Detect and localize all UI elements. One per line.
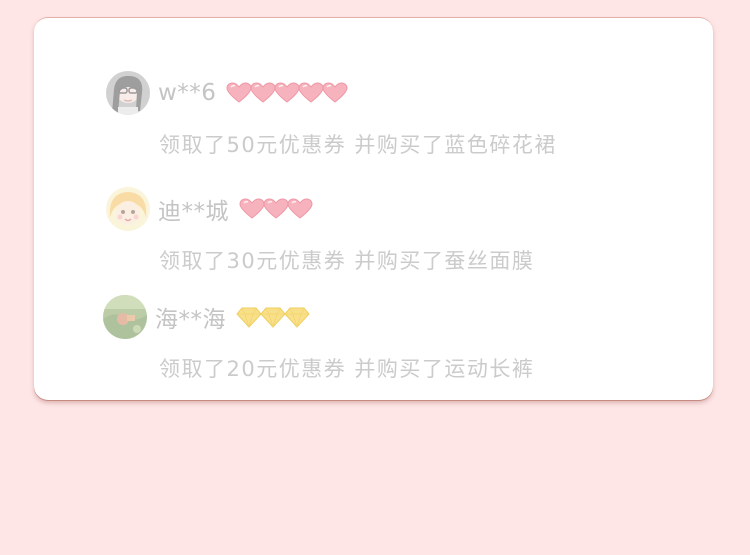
- yellow-diamond-icon: [260, 306, 286, 328]
- pink-heart-icon: [287, 198, 313, 220]
- purchase-message: 领取了50元优惠券 并购买了蓝色碎花裙: [159, 133, 557, 157]
- cartoon-girl-avatar: [106, 187, 150, 231]
- pink-heart-icon: [263, 198, 289, 220]
- activity-card: w**6 领取了50元优惠券 并购买了蓝色碎花裙 迪**城 领取了30元优惠券 …: [34, 17, 713, 400]
- user-row: 迪**城: [106, 187, 311, 231]
- yellow-diamond-icon: [236, 306, 262, 328]
- pink-heart-icon: [298, 82, 324, 104]
- yellow-diamond-icon: [284, 306, 310, 328]
- user-row: 海**海: [103, 295, 308, 339]
- purchase-message: 领取了30元优惠券 并购买了蚕丝面膜: [159, 249, 535, 273]
- level-badges: [226, 82, 346, 104]
- username: w**6: [158, 80, 217, 106]
- pink-heart-icon: [322, 82, 348, 104]
- pink-heart-icon: [226, 82, 252, 104]
- username: 迪**城: [158, 199, 229, 225]
- pink-heart-icon: [239, 198, 265, 220]
- username: 海**海: [155, 307, 226, 333]
- woman-portrait-avatar: [106, 71, 150, 115]
- level-badges: [239, 198, 311, 220]
- pink-heart-icon: [274, 82, 300, 104]
- level-badges: [236, 306, 308, 328]
- user-row: w**6: [106, 71, 346, 115]
- purchase-message: 领取了20元优惠券 并购买了运动长裤: [159, 357, 535, 381]
- pink-heart-icon: [250, 82, 276, 104]
- landscape-avatar: [103, 295, 147, 339]
